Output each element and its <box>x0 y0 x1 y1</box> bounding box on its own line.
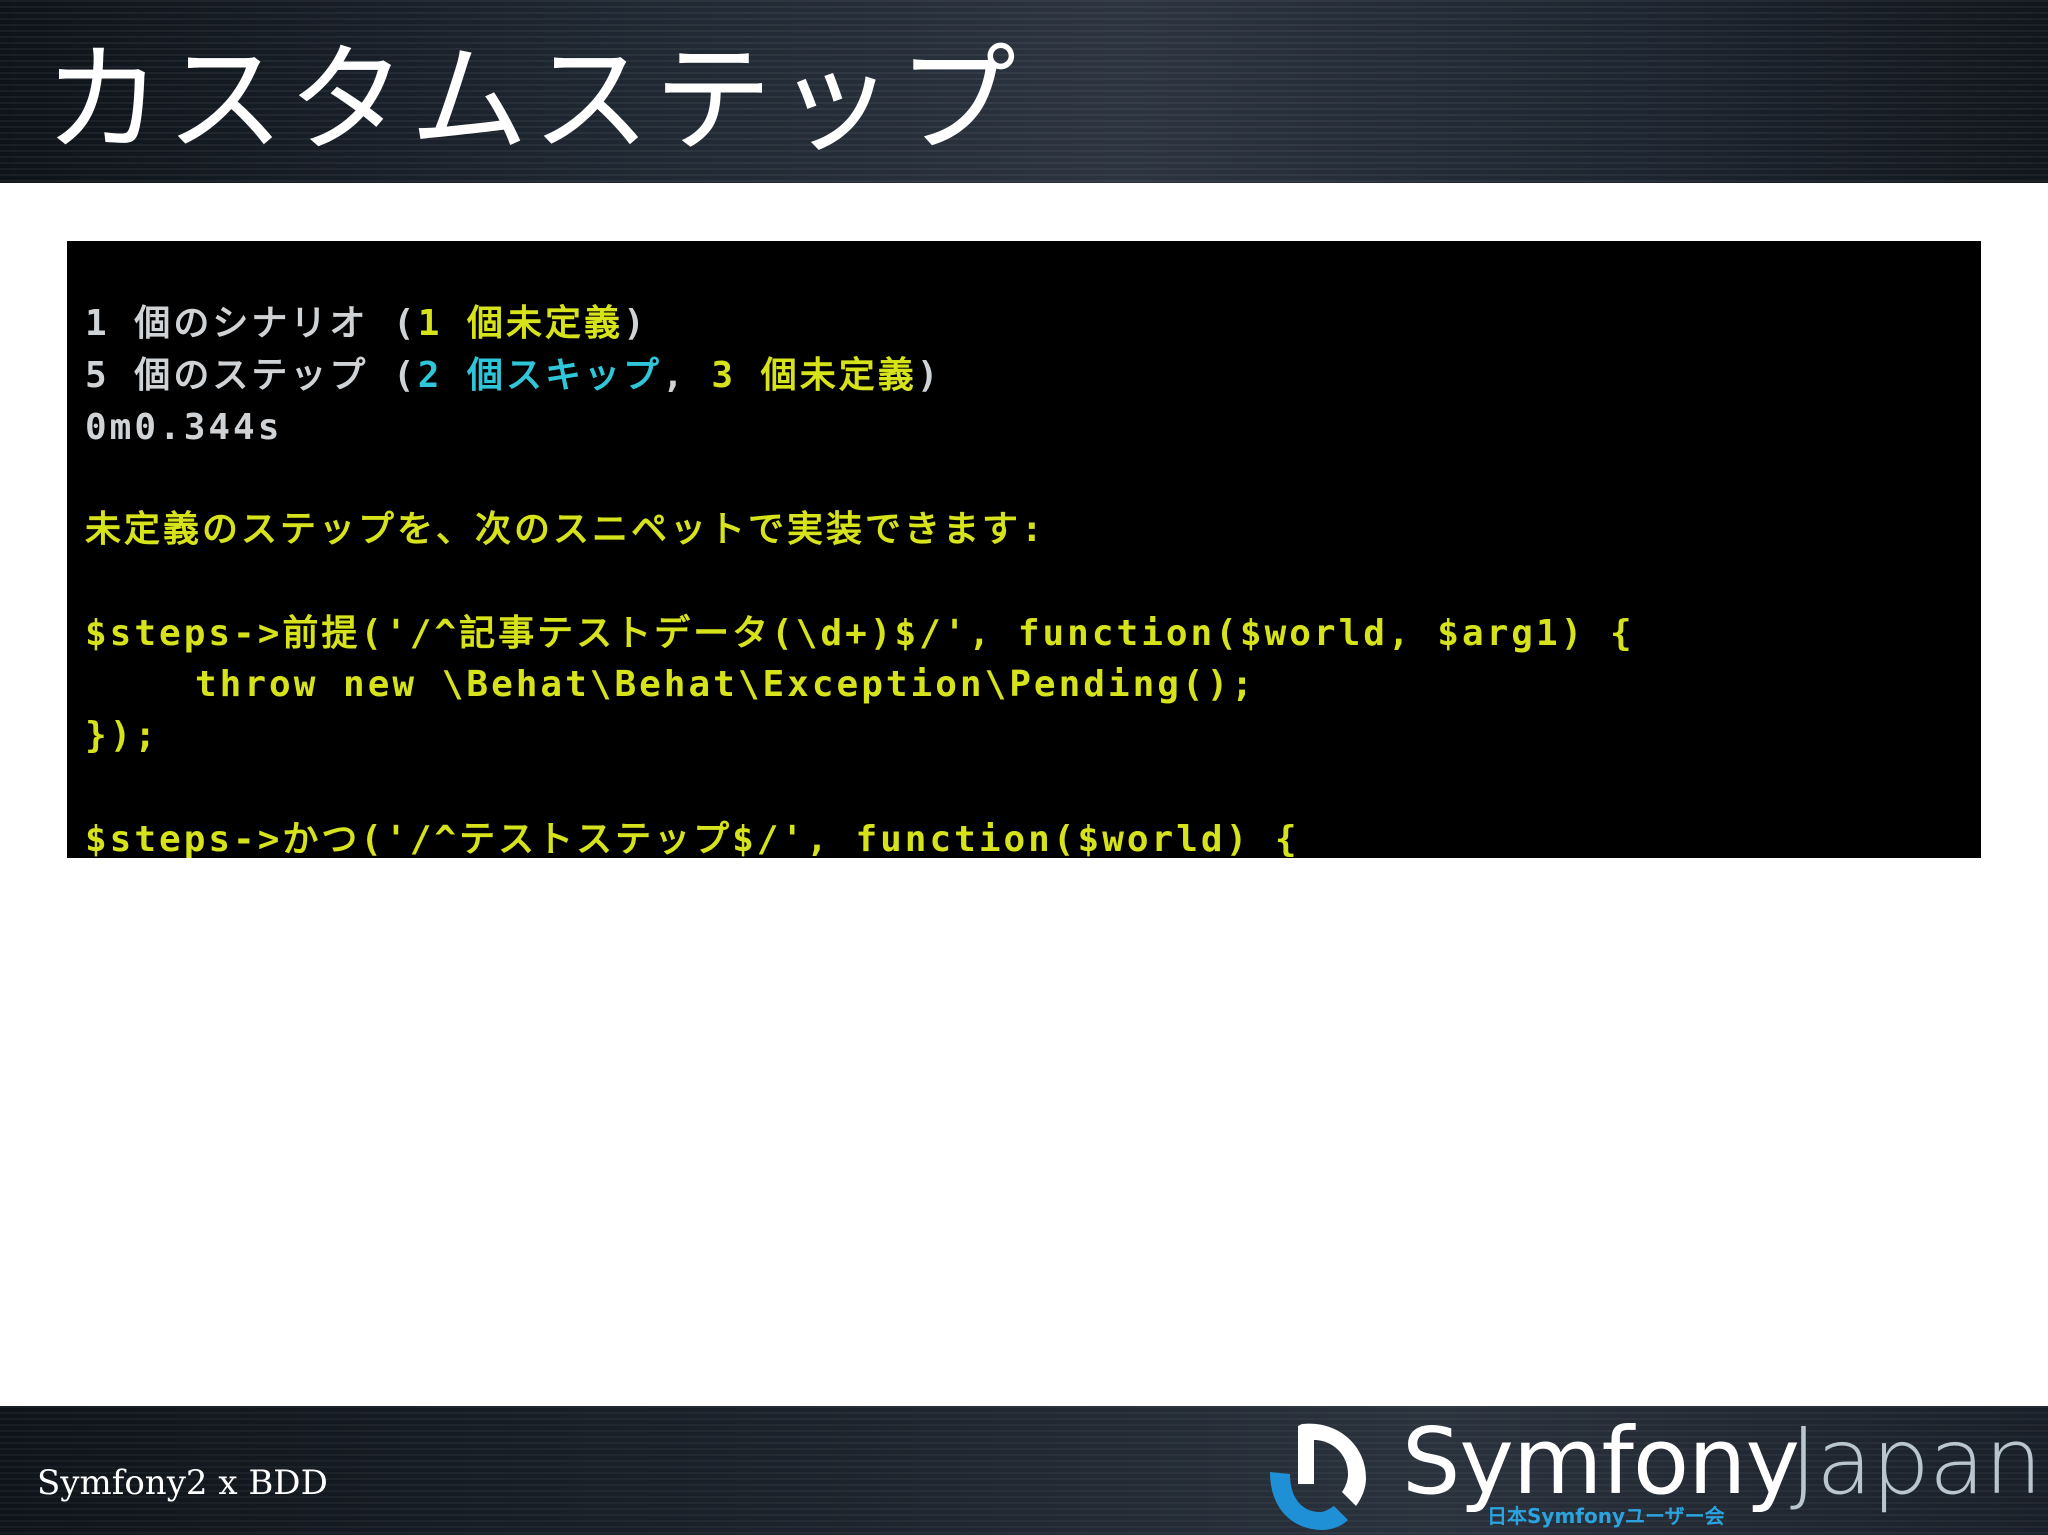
slide-title: カスタムステップ <box>44 31 1021 169</box>
terminal-line-code: $steps->前提('/^記事テストデータ(\d+)$/', function… <box>85 613 1635 654</box>
terminal-text: 5 個のステップ ( <box>85 355 418 396</box>
footer-text: Symfony2 x BDD <box>37 1463 328 1503</box>
terminal-text-skipped: 2 個スキップ <box>417 355 663 396</box>
logo-symfony-text: Symfony <box>1402 1408 1800 1515</box>
terminal-text-undefined: 3 個未定義 <box>711 355 917 396</box>
terminal-text: ) <box>916 355 942 396</box>
terminal-line-code: throw new \Behat\Behat\Exception\Pending… <box>195 664 1256 705</box>
logo-japan-text: Japan <box>1790 1408 2043 1515</box>
terminal-line-code: }); <box>85 715 160 756</box>
logo-subtitle: 日本Symfonyユーザー会 <box>1487 1504 1725 1528</box>
symfony-logo-icon <box>1270 1423 1366 1530</box>
title-bar: カスタムステップ <box>0 0 2048 183</box>
terminal-line-time: 0m0.344s <box>85 407 283 448</box>
terminal-screenshot: 1 個のシナリオ (1 個未定義) 5 個のステップ (2 個スキップ, 3 個… <box>67 241 1981 858</box>
terminal-text: ) <box>623 303 648 344</box>
terminal-text: , <box>662 355 712 396</box>
terminal-line-code: $steps->かつ('/^テストステップ$/', function($worl… <box>85 819 1300 858</box>
terminal-text: 1 個のシナリオ ( <box>85 303 418 344</box>
terminal-text-undefined: 1 個未定義 <box>417 303 624 344</box>
symfony-japan-logo: Symfony Japan 日本Symfonyユーザー会 <box>1262 1408 2048 1535</box>
terminal-line-steps: 5 個のステップ (2 個スキップ, 3 個未定義) <box>85 353 941 399</box>
terminal-line-snippet-message: 未定義のステップを、次のスニペットで実装できます: <box>85 509 1046 550</box>
terminal-line-scenarios: 1 個のシナリオ (1 個未定義) <box>85 301 648 347</box>
